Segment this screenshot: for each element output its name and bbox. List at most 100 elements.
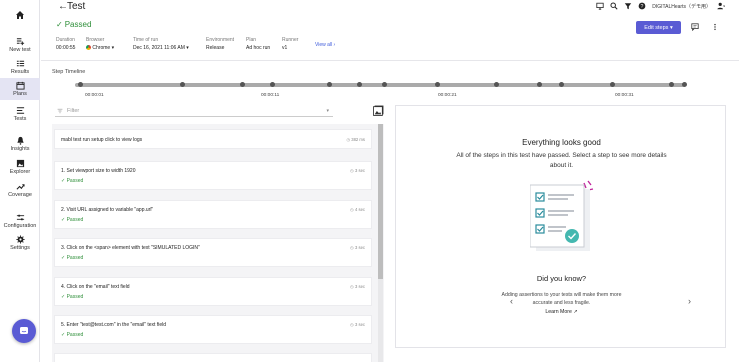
timeline-step-marker[interactable] <box>240 82 245 87</box>
meta-value[interactable]: Ad hoc run <box>246 45 270 51</box>
meta-label: Environment <box>206 37 235 43</box>
step-title: mabl test run setup click to view logs <box>61 137 143 143</box>
help-icon[interactable]: ? <box>638 2 646 10</box>
timeline-step-marker[interactable] <box>610 82 615 87</box>
timeline-step-marker[interactable] <box>78 82 83 87</box>
sidebar-item-explorer[interactable]: Explorer <box>0 156 40 178</box>
sidebar: New test Results Plans Tests Insights Ex… <box>0 0 40 362</box>
step-title: 1. Set viewport size to width 1920 <box>61 168 136 174</box>
meta-duration: Duration 00:00:55 <box>56 37 75 51</box>
external-link-icon: ↗ <box>573 309 578 315</box>
step-item[interactable]: 1. Set viewport size to width 1920 ✓ Pas… <box>54 161 372 190</box>
gear-icon <box>15 235 25 244</box>
step-title: 5. Enter "test@test.com" in the "email" … <box>61 322 166 328</box>
meta-value: 00:00:55 <box>56 45 76 51</box>
chevron-down-icon[interactable]: ▾ <box>326 108 329 114</box>
comments-icon[interactable] <box>691 23 699 33</box>
sidebar-item-label: Plans <box>13 91 27 97</box>
sidebar-item-label: Insights <box>10 146 30 152</box>
step-list: mabl test run setup click to view logs ◷… <box>52 124 384 362</box>
next-tip-chevron-icon[interactable]: › <box>688 296 691 306</box>
clock-icon: ◷ <box>346 137 351 142</box>
filter-lines-icon <box>57 108 63 114</box>
sidebar-item-label: Explorer <box>9 169 31 175</box>
meta-time[interactable]: Time of run Dec 16, 2021 11:06 AM ▾ <box>133 37 189 51</box>
sidebar-item-plans[interactable]: Plans <box>0 78 40 100</box>
filter-placeholder: Filter <box>67 108 80 114</box>
step-status: ✓ Passed <box>61 178 84 184</box>
learn-more-link[interactable]: Learn More ↗ <box>396 309 727 315</box>
timeline-step-marker[interactable] <box>494 82 499 87</box>
top-icons: ? DIGITALHearts（デモ用） <box>596 2 725 10</box>
timeline-track[interactable] <box>75 83 685 87</box>
timeline-tick-label: 00:00:11 <box>261 93 280 98</box>
timeline-step-marker[interactable] <box>682 82 687 87</box>
chat-button[interactable] <box>12 319 36 343</box>
meta-browser[interactable]: Browser Chrome ▾ <box>86 37 114 51</box>
timeline-step-marker[interactable] <box>180 82 185 87</box>
user-menu-icon[interactable] <box>717 2 725 10</box>
step-item[interactable] <box>54 353 372 362</box>
sidebar-item-configuration[interactable]: Configuration <box>0 210 40 232</box>
sidebar-item-new-test[interactable]: New test <box>0 34 40 56</box>
org-name[interactable]: DIGITALHearts（デモ用） <box>652 3 711 10</box>
meta-plan[interactable]: Plan Ad hoc run <box>246 37 270 51</box>
meta-value: Release <box>206 45 225 51</box>
screenshot-gallery-icon[interactable] <box>373 105 384 118</box>
filter-funnel-icon[interactable] <box>624 2 632 10</box>
timeline-tick-label: 00:00:31 <box>615 93 634 98</box>
more-options-icon[interactable] <box>711 23 719 33</box>
meta-label: Browser <box>86 37 105 43</box>
page-title: Test <box>67 1 86 12</box>
step-item[interactable]: mabl test run setup click to view logs ◷… <box>54 129 372 149</box>
timeline-step-marker[interactable] <box>327 82 332 87</box>
step-item[interactable]: 4. Click on the "email" text field ✓ Pas… <box>54 277 372 306</box>
search-icon[interactable] <box>610 2 618 10</box>
step-item[interactable]: 2. Visit URL assigned to variable "app.u… <box>54 200 372 229</box>
edit-steps-button[interactable]: Edit steps ▾ <box>636 21 681 34</box>
chrome-icon <box>86 45 91 50</box>
timeline-step-marker[interactable] <box>382 82 387 87</box>
step-status: ✓ Passed <box>61 294 84 300</box>
calendar-icon <box>15 81 25 90</box>
sidebar-item-settings[interactable]: Settings <box>0 232 40 254</box>
new-test-icon <box>16 38 24 46</box>
meta-environment: Environment Release <box>206 37 234 51</box>
bell-icon <box>16 136 24 145</box>
timeline-step-marker[interactable] <box>357 82 362 87</box>
home-button[interactable] <box>0 6 40 24</box>
sidebar-item-results[interactable]: Results <box>0 56 40 78</box>
step-duration: ◷ 382 ms <box>346 137 365 142</box>
step-duration: ◷ 3 sec <box>350 245 365 250</box>
check-icon: ✓ <box>56 20 63 29</box>
timeline-step-marker[interactable] <box>669 82 674 87</box>
step-duration: ◷ 3 sec <box>350 284 365 289</box>
browser-name: Chrome <box>92 45 111 51</box>
timeline-step-marker[interactable] <box>559 82 564 87</box>
step-list-scrollbar[interactable] <box>378 124 383 362</box>
step-item[interactable]: 5. Enter "test@test.com" in the "email" … <box>54 315 372 344</box>
trend-icon <box>16 184 25 190</box>
monitor-icon[interactable] <box>596 2 604 10</box>
home-icon <box>16 11 24 19</box>
sidebar-item-coverage[interactable]: Coverage <box>0 179 40 201</box>
timeline-step-marker[interactable] <box>537 82 542 87</box>
image-icon <box>16 159 24 168</box>
sidebar-item-label: Configuration <box>3 223 37 229</box>
timeline-step-marker[interactable] <box>435 82 440 87</box>
step-duration: ◷ 3 sec <box>350 322 365 327</box>
sliders-icon <box>16 214 24 221</box>
sidebar-item-insights[interactable]: Insights <box>0 133 40 155</box>
step-item[interactable]: 3. Click on the <span> element with text… <box>54 238 372 267</box>
scrollbar-thumb[interactable] <box>378 124 383 279</box>
sidebar-item-tests[interactable]: Tests <box>0 103 40 125</box>
step-title: 4. Click on the "email" text field <box>61 284 130 290</box>
sidebar-item-label: Results <box>10 69 30 75</box>
clock-icon: ◷ <box>350 168 354 173</box>
view-all-link[interactable]: View all › <box>315 42 335 48</box>
timeline-tick-label: 00:00:01 <box>85 93 104 98</box>
timeline-step-marker[interactable] <box>270 82 275 87</box>
main-content: ← Test ? DIGITALHearts（デモ用） ✓ Passed Dur… <box>41 0 739 362</box>
prev-tip-chevron-icon[interactable]: ‹ <box>510 296 513 306</box>
filter-input[interactable]: Filter ▾ <box>55 106 333 117</box>
